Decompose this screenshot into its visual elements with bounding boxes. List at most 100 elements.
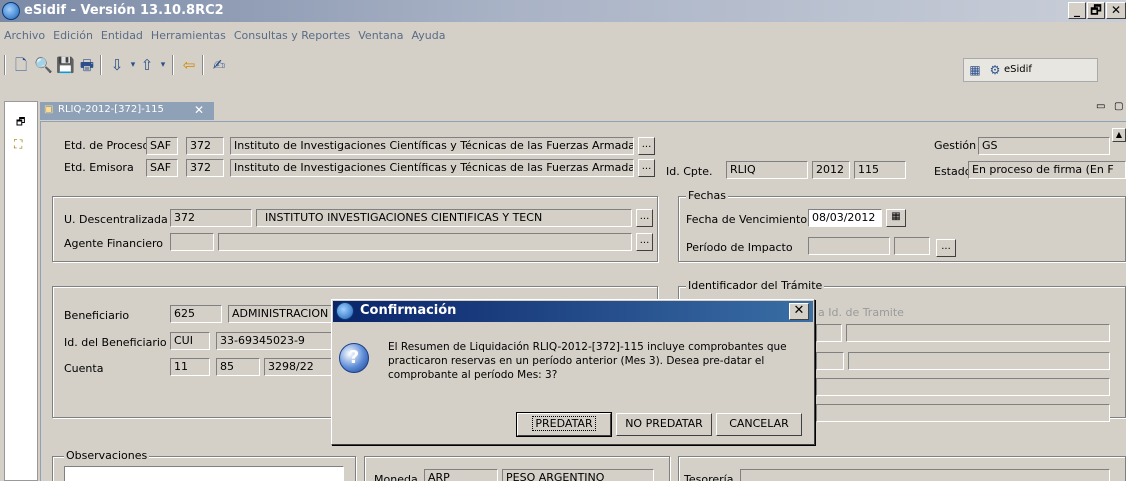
tramite-field-b[interactable] bbox=[846, 324, 1110, 342]
etd-proceso-nombre-field[interactable]: Instituto de Investigaciones Científicas… bbox=[230, 137, 634, 155]
scroll-up-button[interactable]: ▲ bbox=[1112, 128, 1126, 142]
estado-field[interactable]: En proceso de firma (En F bbox=[968, 161, 1126, 179]
tab-label[interactable]: RLIQ-2012-[372]-115 bbox=[58, 104, 164, 115]
gestion-field[interactable]: GS bbox=[978, 137, 1110, 155]
agente-financiero-label: Agente Financiero bbox=[64, 237, 163, 250]
etd-emisora-nombre-field[interactable]: Instituto de Investigaciones Científicas… bbox=[230, 159, 634, 177]
dialog-message: El Resumen de Liquidación RLIQ-2012-[372… bbox=[388, 341, 787, 381]
menu-archivo[interactable]: Archivo bbox=[4, 29, 45, 42]
predatar-button[interactable]: PREDATAR bbox=[516, 412, 612, 437]
side-panel bbox=[4, 101, 38, 481]
menu-ayuda[interactable]: Ayuda bbox=[411, 29, 445, 42]
cancelar-button[interactable]: CANCELAR bbox=[716, 413, 802, 436]
u-descentralizada-codigo-field[interactable]: 372 bbox=[170, 209, 252, 227]
dialog-title: Confirmación bbox=[360, 303, 457, 318]
question-icon: ? bbox=[339, 343, 369, 373]
gestion-label: Gestión bbox=[934, 139, 977, 152]
etd-proceso-label: Etd. de Proceso bbox=[64, 139, 150, 152]
tramite-field-d[interactable] bbox=[848, 352, 1110, 370]
toolbar-separator bbox=[172, 55, 174, 75]
etd-proceso-lookup-button[interactable]: ... bbox=[638, 137, 655, 155]
tesoreria-label: Tesorería bbox=[684, 473, 734, 481]
menu-consultas-reportes[interactable]: Consultas y Reportes bbox=[234, 29, 350, 42]
open-perspective-icon[interactable]: ▦ bbox=[966, 61, 984, 79]
etd-proceso-tipo-field[interactable]: SAF bbox=[146, 137, 178, 155]
cuenta-label: Cuenta bbox=[64, 362, 104, 375]
u-descentralizada-nombre-field[interactable]: INSTITUTO INVESTIGACIONES CIENTIFICAS Y … bbox=[256, 209, 632, 227]
moneda-nombre-field[interactable]: PESO ARGENTINO bbox=[502, 469, 654, 481]
tramite-field-c[interactable] bbox=[816, 352, 844, 370]
id-cpte-numero-field[interactable]: 115 bbox=[854, 161, 906, 179]
save-icon[interactable]: 💾 bbox=[56, 56, 75, 74]
tramite-field-f[interactable] bbox=[816, 404, 1110, 422]
cuenta-c-field[interactable]: 3298/22 bbox=[264, 358, 334, 376]
id-beneficiario-field[interactable]: 33-69345023-9 bbox=[216, 332, 334, 350]
tab-close-icon[interactable]: ✕ bbox=[194, 103, 204, 117]
id-cpte-tipo-field[interactable]: RLIQ bbox=[726, 161, 808, 179]
beneficiario-label: Beneficiario bbox=[64, 309, 130, 322]
id-beneficiario-tipo-field[interactable]: CUI bbox=[170, 332, 210, 350]
restore-button[interactable]: 🗗 bbox=[1087, 2, 1105, 19]
dialog-close-button[interactable]: ✕ bbox=[789, 303, 809, 320]
no-predatar-button[interactable]: NO PREDATAR bbox=[616, 413, 712, 436]
tesoreria-field[interactable] bbox=[740, 469, 1110, 481]
unidad-group bbox=[52, 196, 658, 262]
cuenta-b-field[interactable]: 85 bbox=[216, 358, 260, 376]
etd-emisora-tipo-field[interactable]: SAF bbox=[146, 159, 178, 177]
dialog-app-icon bbox=[336, 302, 354, 320]
id-beneficiario-label: Id. del Beneficiario bbox=[64, 336, 167, 349]
observaciones-field[interactable] bbox=[64, 466, 344, 481]
calendar-icon[interactable]: ▦ bbox=[886, 209, 906, 227]
moneda-label: Moneda bbox=[374, 473, 418, 481]
agente-financiero-codigo-field[interactable] bbox=[170, 233, 214, 251]
observaciones-label: Observaciones bbox=[64, 449, 150, 462]
periodo-impacto-field[interactable] bbox=[808, 237, 890, 255]
etd-proceso-codigo-field[interactable]: 372 bbox=[186, 137, 224, 155]
etd-emisora-lookup-button[interactable]: ... bbox=[638, 159, 655, 177]
id-tramite-caption: a Id. de Tramite bbox=[818, 306, 904, 319]
new-document-icon[interactable]: 🗋 bbox=[12, 56, 30, 74]
etd-emisora-label: Etd. Emisora bbox=[64, 161, 134, 174]
beneficiario-nombre-field[interactable]: ADMINISTRACION bbox=[228, 305, 334, 323]
minimize-button[interactable]: _ bbox=[1068, 2, 1086, 19]
fecha-vencimiento-field[interactable]: 08/03/2012 bbox=[808, 209, 882, 227]
search-icon[interactable]: 🔍 bbox=[34, 56, 53, 74]
maximize-view-icon[interactable]: ▢ bbox=[1114, 101, 1123, 112]
restore-view-icon[interactable]: 🗗 bbox=[16, 115, 25, 132]
periodo-impacto-mes-field[interactable] bbox=[894, 237, 930, 255]
back-icon[interactable]: ⇦ bbox=[180, 56, 198, 74]
menu-entidad[interactable]: Entidad bbox=[101, 29, 143, 42]
agente-financiero-lookup-button[interactable]: ... bbox=[636, 233, 653, 251]
fechas-group-label: Fechas bbox=[686, 189, 728, 202]
toolbar-separator bbox=[202, 55, 204, 75]
print-icon[interactable]: 🖶 bbox=[78, 56, 96, 74]
periodo-impacto-lookup-button[interactable]: ... bbox=[936, 239, 956, 257]
etd-emisora-codigo-field[interactable]: 372 bbox=[186, 159, 224, 177]
beneficiario-codigo-field[interactable]: 625 bbox=[170, 305, 222, 323]
u-descentralizada-lookup-button[interactable]: ... bbox=[636, 209, 653, 227]
toolbar-separator bbox=[4, 55, 6, 75]
document-icon: ▣ bbox=[44, 104, 54, 115]
cuenta-a-field[interactable]: 11 bbox=[170, 358, 210, 376]
menu-bar: Archivo Edición Entidad Herramientas Con… bbox=[0, 22, 1126, 48]
agente-financiero-nombre-field[interactable] bbox=[218, 233, 632, 251]
id-cpte-label: Id. Cpte. bbox=[666, 165, 713, 178]
sign-document-icon[interactable]: ✍ bbox=[210, 56, 228, 74]
window-title: eSidif - Versión 13.10.8RC2 bbox=[24, 3, 224, 18]
perspective-label[interactable]: eSidif bbox=[1004, 64, 1032, 75]
menu-herramientas[interactable]: Herramientas bbox=[151, 29, 226, 42]
tramite-field-e[interactable] bbox=[816, 378, 1110, 396]
estado-label: Estado bbox=[934, 165, 972, 178]
minimize-view-icon[interactable]: ▭ bbox=[1096, 101, 1105, 112]
fecha-vencimiento-label: Fecha de Vencimiento bbox=[686, 213, 808, 226]
tree-view-icon[interactable]: ⛶ bbox=[14, 137, 22, 152]
tramite-field-a[interactable] bbox=[816, 324, 842, 342]
id-cpte-anio-field[interactable]: 2012 bbox=[812, 161, 850, 179]
u-descentralizada-label: U. Descentralizada bbox=[64, 213, 168, 226]
menu-edicion[interactable]: Edición bbox=[53, 29, 93, 42]
moneda-codigo-field[interactable]: ARP bbox=[424, 469, 498, 481]
close-window-button[interactable]: ✕ bbox=[1106, 2, 1126, 19]
menu-ventana[interactable]: Ventana bbox=[358, 29, 403, 42]
chevron-down-icon[interactable]: ▾ bbox=[154, 56, 172, 74]
toolbar-separator bbox=[100, 55, 102, 75]
